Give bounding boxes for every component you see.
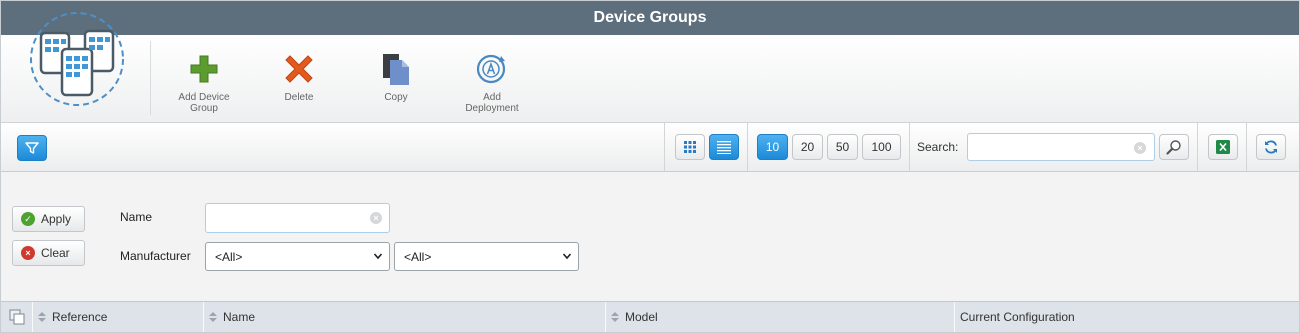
add-deployment-label-2: Deployment [465, 103, 519, 114]
apply-label: Apply [41, 212, 72, 226]
list-view-button[interactable] [709, 134, 739, 160]
clear-label: Clear [41, 246, 70, 260]
copy-button[interactable]: Copy [351, 51, 441, 103]
grid-view-icon [684, 141, 696, 153]
sort-icon [38, 312, 46, 322]
chevron-down-icon [373, 253, 383, 260]
sort-icon [209, 312, 217, 322]
search-clear-icon[interactable]: × [1134, 142, 1146, 154]
column-label: Current Configuration [960, 310, 1075, 324]
grid-view-button[interactable] [675, 134, 705, 160]
add-deployment-label-1: Add [483, 92, 501, 103]
add-device-group-button[interactable]: Add Device Group [159, 51, 249, 114]
column-header-model[interactable]: Model [611, 302, 951, 332]
table-header: Reference Name Model Current Configurati… [1, 301, 1299, 332]
name-filter-label: Name [120, 210, 153, 224]
apply-button[interactable]: ✓ Apply [12, 206, 85, 232]
window-title: Device Groups [1, 1, 1299, 35]
add-device-group-label-1: Add Device [178, 92, 230, 103]
column-divider [605, 302, 606, 332]
column-label: Model [625, 310, 658, 324]
name-clear-icon[interactable]: × [370, 212, 382, 224]
page-size-100-button[interactable]: 100 [862, 134, 901, 160]
clear-button[interactable]: × Clear [12, 240, 85, 266]
magnifier-icon [1166, 140, 1181, 155]
toolbar-divider [664, 123, 665, 171]
model-select[interactable]: <All> [394, 242, 579, 271]
toolbar-divider [909, 123, 910, 171]
refresh-button[interactable] [1256, 134, 1286, 160]
ribbon-divider [150, 41, 151, 115]
manufacturer-select-value: <All> [215, 249, 243, 264]
search-label: Search: [917, 140, 959, 154]
page-size-10-button[interactable]: 10 [757, 134, 788, 160]
copy-label: Copy [384, 92, 408, 103]
column-label: Reference [52, 310, 108, 324]
add-device-group-label-2: Group [190, 103, 218, 114]
delete-x-icon [281, 51, 317, 87]
manufacturer-select[interactable]: <All> [205, 242, 390, 271]
filter-panel: ✓ Apply × Clear Name × Manufacturer <All… [1, 172, 1299, 301]
refresh-icon [1265, 140, 1277, 154]
copy-icon [378, 51, 414, 87]
column-divider [203, 302, 204, 332]
search-button[interactable] [1159, 134, 1189, 160]
list-view-icon [717, 141, 731, 154]
column-divider [32, 302, 33, 332]
column-header-current-configuration[interactable]: Current Configuration [960, 302, 1280, 332]
select-all-button[interactable] [9, 302, 33, 332]
add-deployment-button[interactable]: Add Deployment [447, 51, 537, 114]
page-size-50-button[interactable]: 50 [827, 134, 858, 160]
toolbar-divider [747, 123, 748, 171]
delete-label: Delete [284, 92, 314, 103]
toolbar: 10 20 50 100 Search: × [1, 123, 1299, 172]
sort-icon [611, 312, 619, 322]
column-divider [954, 302, 955, 332]
model-select-value: <All> [404, 249, 432, 264]
filter-toggle-button[interactable] [17, 135, 47, 161]
chevron-down-icon [562, 253, 572, 260]
add-plus-icon [186, 51, 222, 87]
search-input[interactable]: × [967, 133, 1155, 161]
name-filter-input[interactable]: × [205, 203, 390, 233]
toolbar-divider [1197, 123, 1198, 171]
check-icon: ✓ [21, 212, 35, 226]
column-header-name[interactable]: Name [209, 302, 604, 332]
manufacturer-filter-label: Manufacturer [120, 249, 191, 263]
column-header-reference[interactable]: Reference [38, 302, 203, 332]
deployment-icon [474, 51, 510, 87]
clear-x-icon: × [21, 246, 35, 260]
ribbon: Add Device Group Delete Copy Add Deploym… [1, 12, 1299, 123]
select-columns-icon [9, 309, 25, 325]
device-group-logo-icon [27, 9, 127, 109]
delete-button[interactable]: Delete [254, 51, 344, 103]
filter-icon [25, 142, 39, 154]
column-label: Name [223, 310, 256, 324]
toolbar-divider [1246, 123, 1247, 171]
page-size-20-button[interactable]: 20 [792, 134, 823, 160]
excel-export-icon [1216, 140, 1230, 154]
excel-export-button[interactable] [1208, 134, 1238, 160]
